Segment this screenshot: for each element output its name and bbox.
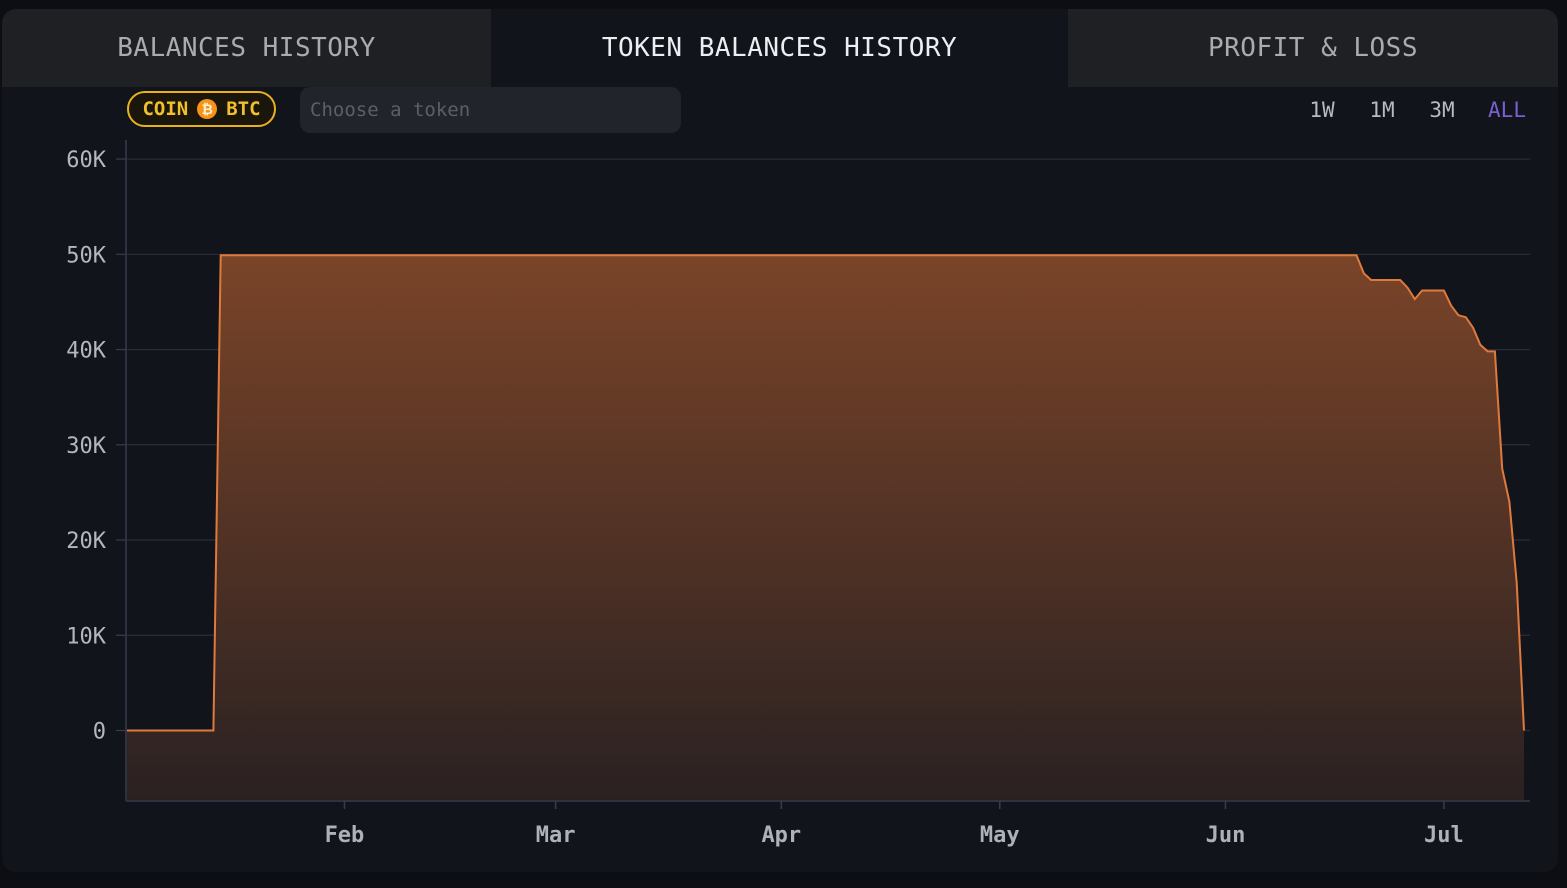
token-search-input[interactable] <box>300 87 681 133</box>
y-tick-label: 20K <box>66 529 106 554</box>
x-tick-label: Mar <box>536 823 576 848</box>
coin-badge[interactable]: COIN ₿ BTC <box>127 91 276 127</box>
y-tick-label: 60K <box>66 148 106 173</box>
y-tick-label: 0 <box>93 720 106 745</box>
coin-type-label: COIN <box>142 98 189 120</box>
range-3m-button[interactable]: 3M <box>1420 94 1464 126</box>
y-tick-label: 50K <box>66 243 106 268</box>
y-tick-label: 30K <box>66 434 106 459</box>
x-tick-label: May <box>980 823 1020 848</box>
x-axis-ticks: Feb Mar Apr May Jun Jul <box>325 801 1464 848</box>
y-tick-label: 10K <box>66 624 106 649</box>
range-1m-button[interactable]: 1M <box>1360 94 1404 126</box>
coin-symbol: BTC <box>226 98 261 120</box>
y-axis-ticks: 0 10K 20K 30K 40K 50K 60K <box>66 148 126 745</box>
y-tick-label: 40K <box>66 339 106 364</box>
x-tick-label: Jul <box>1424 823 1464 848</box>
bitcoin-icon: ₿ <box>197 99 218 119</box>
range-all-button[interactable]: ALL <box>1482 94 1532 126</box>
x-tick-label: Jun <box>1206 823 1246 848</box>
balance-area-fill <box>126 255 1524 801</box>
x-tick-label: Apr <box>761 823 801 848</box>
balance-area-chart: 0 10K 20K 30K 40K 50K 60K Feb Mar Apr May Jun Jul <box>66 140 1530 848</box>
range-1w-button[interactable]: 1W <box>1300 94 1344 126</box>
x-tick-label: Feb <box>325 823 365 848</box>
